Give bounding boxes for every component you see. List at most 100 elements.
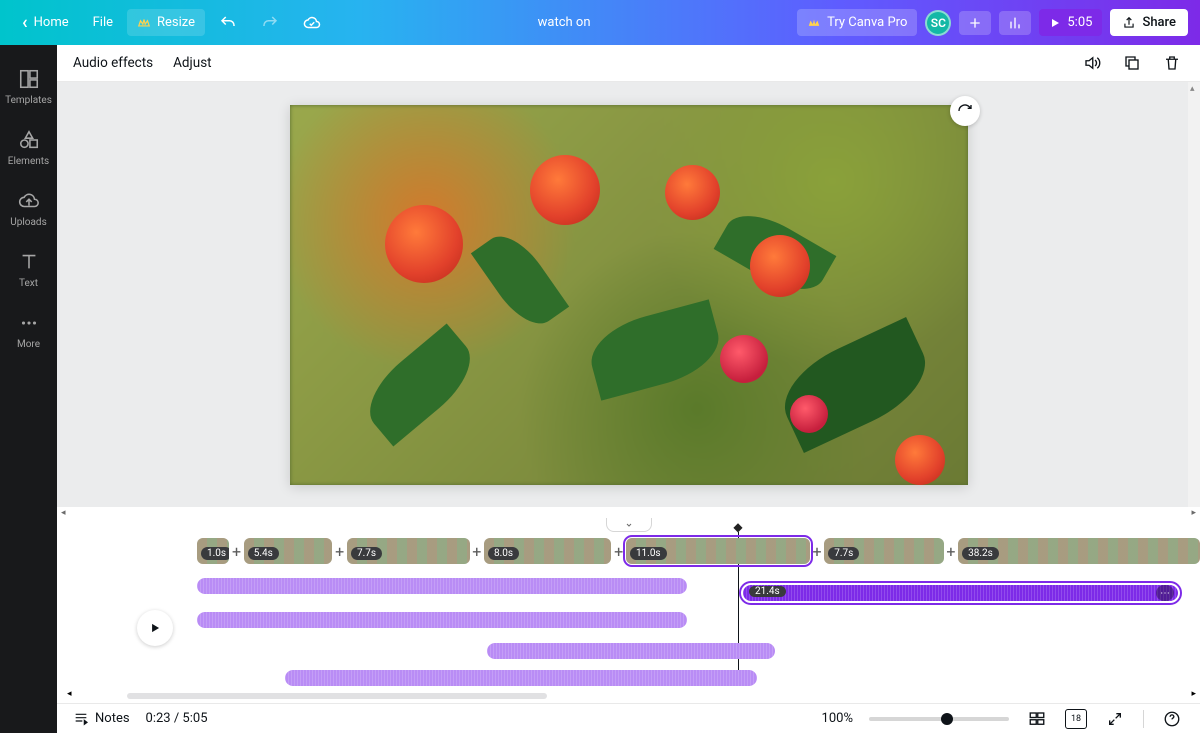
canvas-frame[interactable] xyxy=(290,105,968,485)
file-menu[interactable]: File xyxy=(83,9,123,36)
help-icon xyxy=(1163,710,1181,728)
scroll-left-icon[interactable]: ◂ xyxy=(61,508,66,518)
clip-duration-badge: 5.4s xyxy=(248,547,279,560)
timeline-scrollbar-thumb[interactable] xyxy=(127,693,547,699)
fullscreen-button[interactable] xyxy=(1103,707,1127,731)
share-label: Share xyxy=(1142,15,1176,30)
audio-effects-button[interactable]: Audio effects xyxy=(73,55,153,71)
home-label: Home xyxy=(34,15,69,30)
clip-duration-badge: 8.0s xyxy=(488,547,519,560)
playback-time: 0:23 / 5:05 xyxy=(146,711,208,726)
sidepanel-item-label: Uploads xyxy=(10,217,46,228)
resize-button[interactable]: Resize xyxy=(127,9,205,36)
cloud-check-icon xyxy=(303,14,321,32)
crown-icon xyxy=(137,16,151,30)
scroll-right-icon[interactable]: ▸ xyxy=(1191,689,1196,699)
clip-duration-badge: 1.0s xyxy=(201,547,229,560)
chevron-down-icon xyxy=(623,521,635,529)
sidepanel-item-label: More xyxy=(17,339,40,350)
redo-button[interactable] xyxy=(251,8,289,38)
play-button[interactable] xyxy=(137,610,173,646)
side-panel: Templates Elements Uploads Text More xyxy=(0,45,57,733)
cloud-sync-button[interactable] xyxy=(293,8,331,38)
canvas-scrollbar-vertical[interactable]: ▴ xyxy=(1188,82,1200,507)
uploads-icon xyxy=(17,189,41,213)
video-clip[interactable]: 8.0s xyxy=(484,538,611,564)
delete-button[interactable] xyxy=(1160,51,1184,75)
video-clip[interactable]: 11.0s xyxy=(626,538,810,564)
play-preview-button[interactable]: 5:05 xyxy=(1039,9,1102,36)
video-clip[interactable]: 7.7s xyxy=(347,538,470,564)
redo-icon xyxy=(261,14,279,32)
add-collaborator-button[interactable] xyxy=(959,11,991,35)
volume-icon xyxy=(1083,54,1101,72)
expand-icon xyxy=(1107,711,1123,727)
page-count-button[interactable]: 18 xyxy=(1065,709,1087,729)
clip-duration-badge: 38.2s xyxy=(962,547,999,560)
sidepanel-item-label: Text xyxy=(19,278,38,289)
duplicate-button[interactable] xyxy=(1120,51,1144,75)
footer-bar: Notes 0:23 / 5:05 100% 18 xyxy=(57,703,1200,733)
audio-clip[interactable] xyxy=(197,612,687,628)
volume-button[interactable] xyxy=(1080,51,1104,75)
crown-icon xyxy=(807,16,821,30)
grid-view-button[interactable] xyxy=(1025,707,1049,731)
undo-button[interactable] xyxy=(209,8,247,38)
clip-duration-badge: 11.0s xyxy=(630,547,667,560)
zoom-slider-knob[interactable] xyxy=(941,713,953,725)
context-toolbar: Audio effects Adjust xyxy=(57,45,1200,82)
audio-clip[interactable] xyxy=(487,643,775,659)
copy-icon xyxy=(1123,54,1141,72)
sidepanel-text[interactable]: Text xyxy=(0,240,57,299)
file-label: File xyxy=(93,15,113,30)
audio-clip[interactable] xyxy=(197,578,687,594)
audio-more-button[interactable]: ⋯ xyxy=(1156,585,1174,601)
audio-clip[interactable]: 21.4s ⋯ xyxy=(743,585,1178,601)
preview-duration: 5:05 xyxy=(1067,15,1092,30)
add-clip-button[interactable]: + xyxy=(229,542,244,561)
scroll-left-icon[interactable]: ◂ xyxy=(67,689,72,699)
sidepanel-item-label: Elements xyxy=(8,156,49,167)
try-pro-button[interactable]: Try Canva Pro xyxy=(797,9,917,36)
analytics-button[interactable] xyxy=(999,11,1031,35)
video-clip[interactable]: 7.7s xyxy=(824,538,943,564)
canvas-area: ▴ xyxy=(57,82,1200,507)
video-clip[interactable]: 38.2s xyxy=(958,538,1200,564)
timeline-scrollbar[interactable]: ◂ ▸ xyxy=(117,692,1190,700)
chevron-left-icon xyxy=(22,12,28,33)
video-track: 1.0s+5.4s+7.7s+8.0s+11.0s+7.7s+38.2s xyxy=(197,538,1200,564)
bar-chart-icon xyxy=(1007,15,1023,31)
clip-duration-badge: 7.7s xyxy=(351,547,382,560)
plus-icon xyxy=(967,15,983,31)
add-clip-button[interactable]: + xyxy=(611,542,626,561)
avatar[interactable]: SC xyxy=(925,10,951,36)
sidepanel-elements[interactable]: Elements xyxy=(0,118,57,177)
text-icon xyxy=(17,250,41,274)
notes-button[interactable]: Notes xyxy=(73,711,130,727)
try-pro-label: Try Canva Pro xyxy=(827,15,907,30)
canvas-scrollbar-horizontal[interactable]: ◂ ▸ xyxy=(57,507,1200,518)
scroll-right-icon[interactable]: ▸ xyxy=(1191,508,1196,518)
zoom-value: 100% xyxy=(822,711,853,726)
sidepanel-more[interactable]: More xyxy=(0,301,57,360)
zoom-slider[interactable] xyxy=(869,717,1009,721)
reset-view-button[interactable] xyxy=(950,96,980,126)
video-clip[interactable]: 5.4s xyxy=(244,538,333,564)
add-clip-button[interactable]: + xyxy=(332,542,347,561)
adjust-button[interactable]: Adjust xyxy=(173,55,211,71)
audio-duration-badge: 21.4s xyxy=(749,586,786,597)
sidepanel-uploads[interactable]: Uploads xyxy=(0,179,57,238)
design-title[interactable]: watch on xyxy=(538,15,591,30)
add-clip-button[interactable]: + xyxy=(470,542,485,561)
add-clip-button[interactable]: + xyxy=(944,542,959,561)
audio-clip[interactable] xyxy=(285,670,757,686)
add-clip-button[interactable]: + xyxy=(810,542,825,561)
share-button[interactable]: Share xyxy=(1110,9,1188,36)
video-clip[interactable]: 1.0s xyxy=(197,538,229,564)
sidepanel-templates[interactable]: Templates xyxy=(0,57,57,116)
top-bar: Home File Resize watch on Try Canva Pro … xyxy=(0,0,1200,45)
help-button[interactable] xyxy=(1160,707,1184,731)
collapse-timeline-button[interactable] xyxy=(606,518,652,532)
top-left-group: Home File Resize xyxy=(12,6,331,39)
back-home-button[interactable]: Home xyxy=(12,6,79,39)
